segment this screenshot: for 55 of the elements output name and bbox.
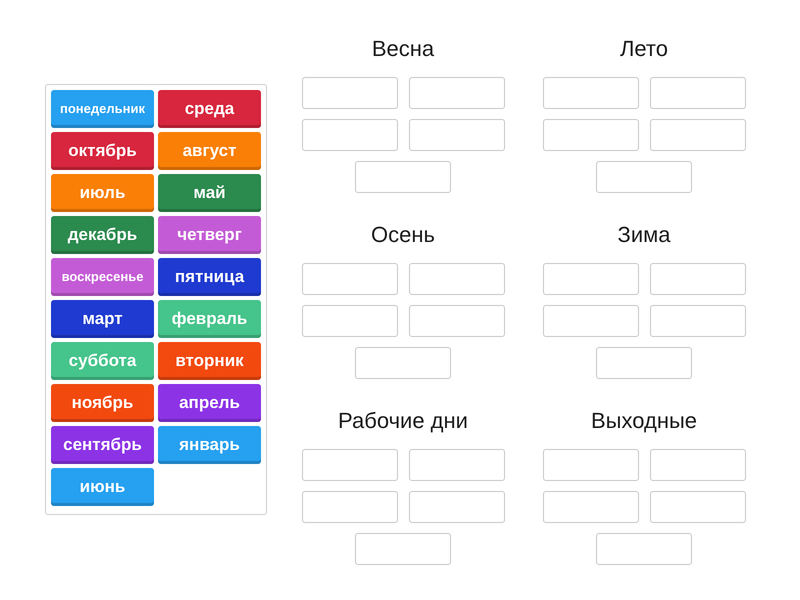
drop-slot[interactable] — [302, 305, 398, 337]
drop-slot[interactable] — [542, 449, 638, 481]
group-title: Лето — [620, 35, 668, 63]
drop-slot[interactable] — [355, 347, 451, 379]
word-tile[interactable]: суббота — [51, 342, 154, 380]
word-tile[interactable]: июнь — [51, 468, 154, 506]
word-tile[interactable]: пятница — [158, 258, 261, 296]
group-title: Рабочие дни — [338, 407, 468, 435]
drop-slot[interactable] — [408, 263, 504, 295]
drop-slot[interactable] — [650, 449, 746, 481]
drop-slot[interactable] — [542, 263, 638, 295]
group-title: Осень — [371, 221, 435, 249]
drop-slot[interactable] — [542, 491, 638, 523]
drop-slot[interactable] — [542, 305, 638, 337]
drop-slot[interactable] — [650, 491, 746, 523]
drop-slot[interactable] — [302, 119, 398, 151]
drop-slot[interactable] — [302, 491, 398, 523]
group-title: Выходные — [590, 407, 698, 435]
drop-slot[interactable] — [650, 77, 746, 109]
drop-slot[interactable] — [408, 449, 504, 481]
word-tile[interactable]: вторник — [158, 342, 261, 380]
group-title: Зима — [618, 221, 670, 249]
word-tile[interactable]: воскресенье — [51, 258, 154, 296]
drop-slot[interactable] — [355, 161, 451, 193]
group-title: Весна — [372, 35, 434, 63]
drop-slot[interactable] — [408, 119, 504, 151]
drop-slot[interactable] — [302, 449, 398, 481]
word-tile[interactable]: август — [158, 132, 261, 170]
drop-slot[interactable] — [542, 119, 638, 151]
drop-slot[interactable] — [650, 305, 746, 337]
word-tile[interactable]: февраль — [158, 300, 261, 338]
word-tile[interactable]: июль — [51, 174, 154, 212]
drop-slot[interactable] — [408, 491, 504, 523]
drop-slot[interactable] — [408, 305, 504, 337]
word-tile[interactable]: понедельник — [51, 90, 154, 128]
word-tile[interactable]: январь — [158, 426, 261, 464]
word-tile[interactable]: октябрь — [51, 132, 154, 170]
word-tile[interactable]: май — [158, 174, 261, 212]
word-tile[interactable]: апрель — [158, 384, 261, 422]
drop-slot[interactable] — [355, 533, 451, 565]
drop-slot[interactable] — [596, 533, 692, 565]
drop-slot[interactable] — [302, 77, 398, 109]
drop-slot[interactable] — [596, 161, 692, 193]
drop-slot[interactable] — [302, 263, 398, 295]
word-tile[interactable]: ноябрь — [51, 384, 154, 422]
drop-slot[interactable] — [650, 119, 746, 151]
word-tile[interactable]: март — [51, 300, 154, 338]
word-tile[interactable]: среда — [158, 90, 261, 128]
word-tile[interactable]: сентябрь — [51, 426, 154, 464]
drop-slot[interactable] — [542, 77, 638, 109]
word-tile[interactable]: четверг — [158, 216, 261, 254]
drop-slot[interactable] — [650, 263, 746, 295]
word-tile[interactable]: декабрь — [51, 216, 154, 254]
drop-slot[interactable] — [408, 77, 504, 109]
drop-slot[interactable] — [596, 347, 692, 379]
